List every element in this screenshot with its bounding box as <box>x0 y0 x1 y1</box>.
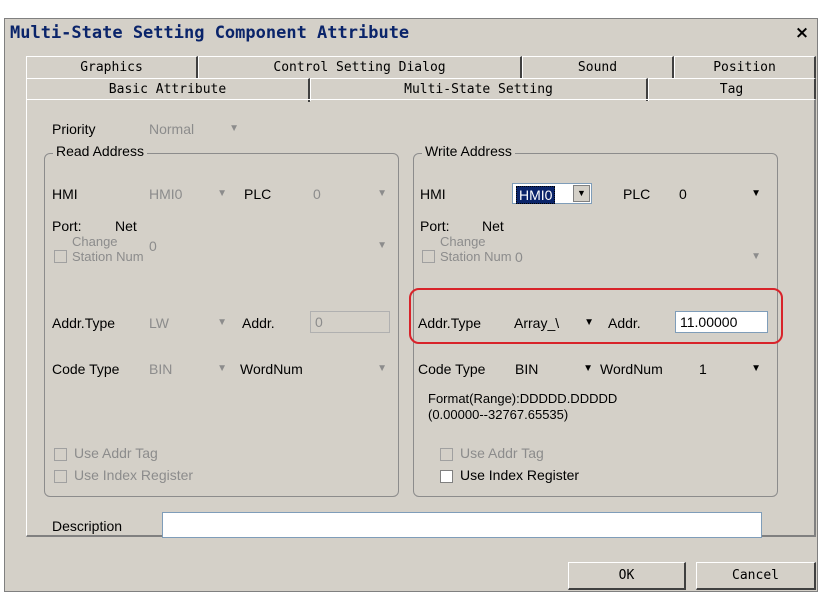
tab-sound[interactable]: Sound <box>522 56 674 79</box>
priority-select[interactable]: Normal ▼ <box>146 119 242 140</box>
tab-tag[interactable]: Tag <box>648 78 816 101</box>
read-station-num-label: Station Num <box>72 249 144 264</box>
write-station-select[interactable]: 0 ▼ <box>512 248 764 268</box>
chevron-down-icon: ▼ <box>751 188 761 199</box>
write-hmi-value: HMI0 <box>516 186 556 204</box>
write-address-title: Write Address <box>422 143 515 159</box>
write-port-value: Net <box>482 218 504 234</box>
write-plc-label: PLC <box>623 186 651 202</box>
chevron-down-icon: ▼ <box>377 188 387 199</box>
read-address-title: Read Address <box>53 143 147 159</box>
write-format-range: Format(Range):DDDDD.DDDDD <box>428 391 618 406</box>
chevron-down-icon: ▼ <box>217 363 227 374</box>
read-change-label: Change <box>72 234 118 249</box>
write-plc-select[interactable]: 0 ▼ <box>676 184 764 205</box>
read-port-value: Net <box>115 218 137 234</box>
write-port-label: Port: <box>420 218 450 234</box>
write-hmi-select[interactable]: HMI0 ▼ <box>512 183 592 204</box>
tab-position[interactable]: Position <box>674 56 816 79</box>
tab-graphics[interactable]: Graphics <box>26 56 198 79</box>
read-code-type-value: BIN <box>149 361 173 377</box>
chevron-down-icon: ▼ <box>377 363 387 374</box>
read-change-station-checkbox[interactable] <box>54 250 67 263</box>
priority-label: Priority <box>52 121 96 137</box>
write-change-station-checkbox[interactable] <box>422 250 435 263</box>
read-plc-value: 0 <box>313 186 321 202</box>
cancel-button[interactable]: Cancel <box>696 562 816 590</box>
read-addr-input[interactable]: 0 <box>310 311 390 333</box>
window-title: Multi-State Setting Component Attribute <box>10 23 410 43</box>
write-code-type-select[interactable]: BIN ▼ <box>512 359 596 380</box>
read-addr-type-value: LW <box>149 315 169 331</box>
write-plc-value: 0 <box>679 186 687 202</box>
read-hmi-value: HMI0 <box>149 186 183 202</box>
read-use-addr-tag-label: Use Addr Tag <box>74 445 158 461</box>
highlight-annotation <box>409 288 783 344</box>
read-addr-value: 0 <box>315 314 323 330</box>
chevron-down-icon[interactable]: ▼ <box>573 185 590 202</box>
write-code-type-label: Code Type <box>418 361 486 377</box>
read-station-select[interactable]: 0 ▼ <box>146 238 390 256</box>
read-addr-type-label: Addr.Type <box>52 315 116 331</box>
chevron-down-icon: ▼ <box>377 240 387 251</box>
read-plc-label: PLC <box>244 186 272 202</box>
chevron-down-icon: ▼ <box>583 363 593 374</box>
description-label: Description <box>52 518 123 534</box>
read-use-addr-tag-checkbox[interactable] <box>54 448 67 461</box>
write-format-values: (0.00000--32767.65535) <box>428 407 569 422</box>
chevron-down-icon: ▼ <box>751 251 761 262</box>
chevron-down-icon: ▼ <box>217 188 227 199</box>
read-plc-select[interactable]: 0 ▼ <box>310 184 390 205</box>
read-hmi-label: HMI <box>52 186 78 202</box>
description-input[interactable] <box>162 512 762 538</box>
ok-button[interactable]: OK <box>568 562 686 590</box>
priority-value: Normal <box>149 121 195 137</box>
tab-control-setting-dialog[interactable]: Control Setting Dialog <box>198 56 522 79</box>
close-icon[interactable]: × <box>792 23 812 44</box>
read-wordnum-label: WordNum <box>240 361 303 377</box>
chevron-down-icon: ▼ <box>217 317 227 328</box>
read-code-type-label: Code Type <box>52 361 120 377</box>
write-station-value: 0 <box>515 249 523 265</box>
write-wordnum-value: 1 <box>699 361 707 377</box>
read-wordnum-select[interactable]: ▼ <box>326 359 390 380</box>
read-code-type-select[interactable]: BIN ▼ <box>146 359 230 380</box>
write-change-label: Change <box>440 234 486 249</box>
write-station-num-label: Station Num <box>440 249 512 264</box>
read-use-index-register-checkbox[interactable] <box>54 470 67 483</box>
chevron-down-icon: ▼ <box>229 123 239 134</box>
chevron-down-icon: ▼ <box>751 363 761 374</box>
read-station-value: 0 <box>149 238 157 254</box>
write-use-addr-tag-label: Use Addr Tag <box>460 445 544 461</box>
tab-row-2: Basic Attribute Multi-State Setting Tag <box>26 78 816 102</box>
write-wordnum-select[interactable]: 1 ▼ <box>696 359 764 380</box>
write-code-type-value: BIN <box>515 361 539 377</box>
read-hmi-select[interactable]: HMI0 ▼ <box>146 184 230 205</box>
tab-row-1: Graphics Control Setting Dialog Sound Po… <box>26 56 816 79</box>
read-port-label: Port: <box>52 218 82 234</box>
write-use-index-register-checkbox[interactable] <box>440 470 453 483</box>
read-use-index-register-label: Use Index Register <box>74 467 194 483</box>
write-use-addr-tag-checkbox[interactable] <box>440 448 453 461</box>
tab-multi-state-setting[interactable]: Multi-State Setting <box>310 78 648 101</box>
read-addr-label: Addr. <box>242 315 275 331</box>
read-addr-type-select[interactable]: LW ▼ <box>146 313 230 334</box>
write-hmi-label: HMI <box>420 186 446 202</box>
write-wordnum-label: WordNum <box>600 361 663 377</box>
title-bar: Multi-State Setting Component Attribute … <box>8 22 814 48</box>
write-use-index-register-label: Use Index Register <box>460 467 580 483</box>
